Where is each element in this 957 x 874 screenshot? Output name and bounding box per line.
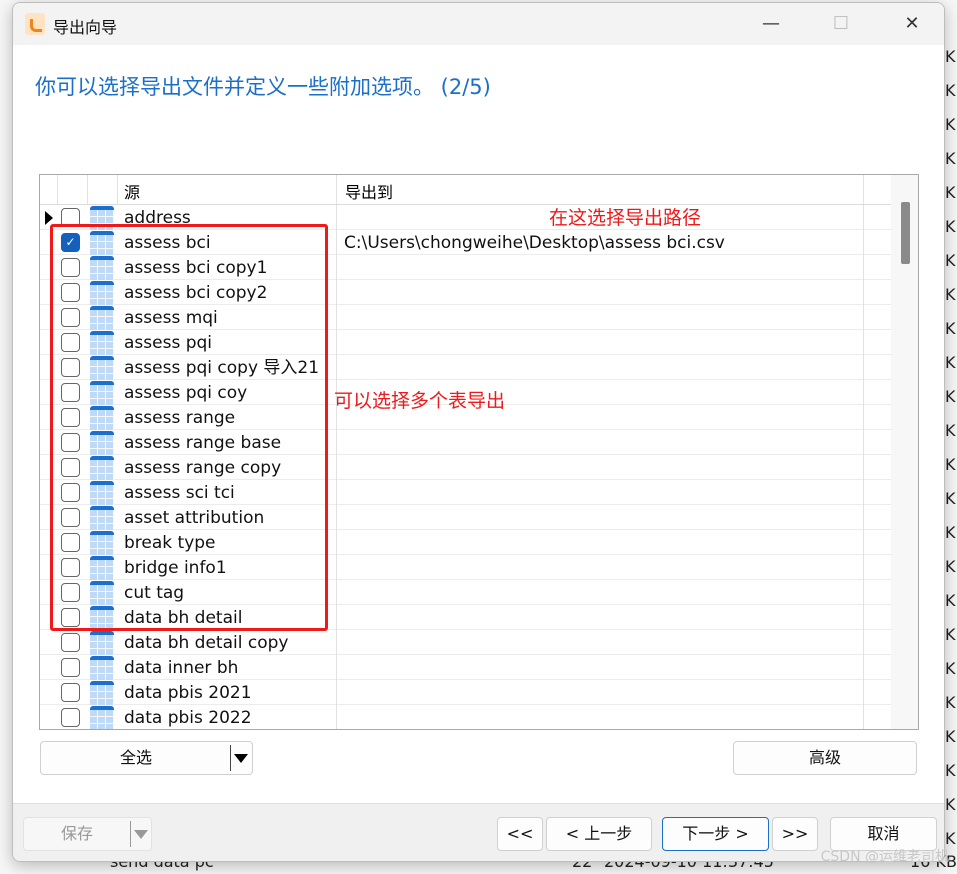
- table-icon: [90, 706, 114, 729]
- previous-button[interactable]: < 上一步: [546, 817, 652, 851]
- save-button: 保存: [23, 817, 152, 851]
- advanced-button[interactable]: 高级: [733, 741, 917, 775]
- table-icon: [90, 656, 114, 680]
- table-header: 源 导出到: [40, 175, 918, 205]
- page-heading: 你可以选择导出文件并定义一些附加选项。 (2/5): [35, 75, 491, 99]
- export-path-cell[interactable]: [344, 430, 864, 455]
- export-path-cell[interactable]: [344, 555, 864, 580]
- first-button[interactable]: <<: [497, 817, 543, 851]
- annotation-multi-note: 可以选择多个表导出: [334, 390, 506, 412]
- source-cell: data pbis 2021: [124, 683, 252, 703]
- last-button[interactable]: >>: [772, 817, 818, 851]
- export-path-cell[interactable]: [344, 455, 864, 480]
- vertical-scrollbar[interactable]: [891, 175, 918, 729]
- export-path-cell[interactable]: [344, 280, 864, 305]
- export-path-cell[interactable]: [344, 530, 864, 555]
- row-checkbox[interactable]: [61, 708, 80, 727]
- scrollbar-thumb[interactable]: [901, 202, 910, 264]
- export-path-cell[interactable]: [344, 305, 864, 330]
- export-path-cell[interactable]: [344, 330, 864, 355]
- background-size-column: KBKBKBKBKBKBKBKBKBKBKBKBKBKBKBKBKBKBKBKB…: [945, 47, 957, 848]
- close-button[interactable]: ✕: [897, 11, 927, 37]
- table-row[interactable]: data pbis 2022: [40, 705, 918, 729]
- watermark: CSDN @运维老司机: [820, 849, 949, 865]
- title-bar: 导出向导 — ☐ ✕: [13, 3, 944, 45]
- export-path-cell[interactable]: [344, 505, 864, 530]
- row-checkbox[interactable]: [61, 658, 80, 677]
- export-path-cell[interactable]: [344, 605, 864, 630]
- column-export-to[interactable]: 导出到: [337, 175, 864, 204]
- export-path-cell[interactable]: C:\Users\chongweihe\Desktop\assess bci.c…: [344, 230, 864, 255]
- table-row[interactable]: data inner bh: [40, 655, 918, 680]
- select-all-button[interactable]: 全选: [40, 741, 253, 775]
- source-cell: data bh detail copy: [124, 633, 289, 653]
- next-button[interactable]: 下一步 >: [662, 817, 769, 851]
- export-path-cell[interactable]: [344, 630, 864, 655]
- window-title: 导出向导: [53, 18, 118, 37]
- annotation-box: [50, 224, 328, 631]
- export-path-cell[interactable]: [344, 255, 864, 280]
- export-path-cell[interactable]: [344, 680, 864, 705]
- export-path-cell[interactable]: [344, 355, 864, 380]
- maximize-button[interactable]: ☐: [826, 11, 856, 37]
- export-path-cell[interactable]: [344, 705, 864, 729]
- export-path-cell[interactable]: [344, 580, 864, 605]
- export-path-cell[interactable]: [344, 480, 864, 505]
- save-label: 保存: [60, 824, 93, 843]
- select-all-label: 全选: [119, 748, 152, 767]
- export-wizard-dialog: 导出向导 — ☐ ✕ 你可以选择导出文件并定义一些附加选项。 (2/5) 源 导…: [12, 2, 945, 862]
- minimize-button[interactable]: —: [756, 11, 786, 37]
- row-checkbox[interactable]: [61, 683, 80, 702]
- table-row[interactable]: data pbis 2021: [40, 680, 918, 705]
- export-path-cell[interactable]: [344, 655, 864, 680]
- app-icon: [25, 13, 45, 35]
- table-row[interactable]: data bh detail copy: [40, 630, 918, 655]
- table-icon: [90, 681, 114, 705]
- column-source[interactable]: 源: [118, 175, 337, 204]
- save-dropdown-icon: [134, 830, 148, 839]
- dropdown-arrow-icon[interactable]: [234, 754, 248, 763]
- current-row-arrow-icon: [45, 211, 53, 225]
- table-icon: [90, 631, 114, 655]
- source-cell: data pbis 2022: [124, 708, 252, 728]
- row-checkbox[interactable]: [61, 633, 80, 652]
- annotation-path-note: 在这选择导出路径: [549, 207, 702, 229]
- source-cell: data inner bh: [124, 658, 239, 678]
